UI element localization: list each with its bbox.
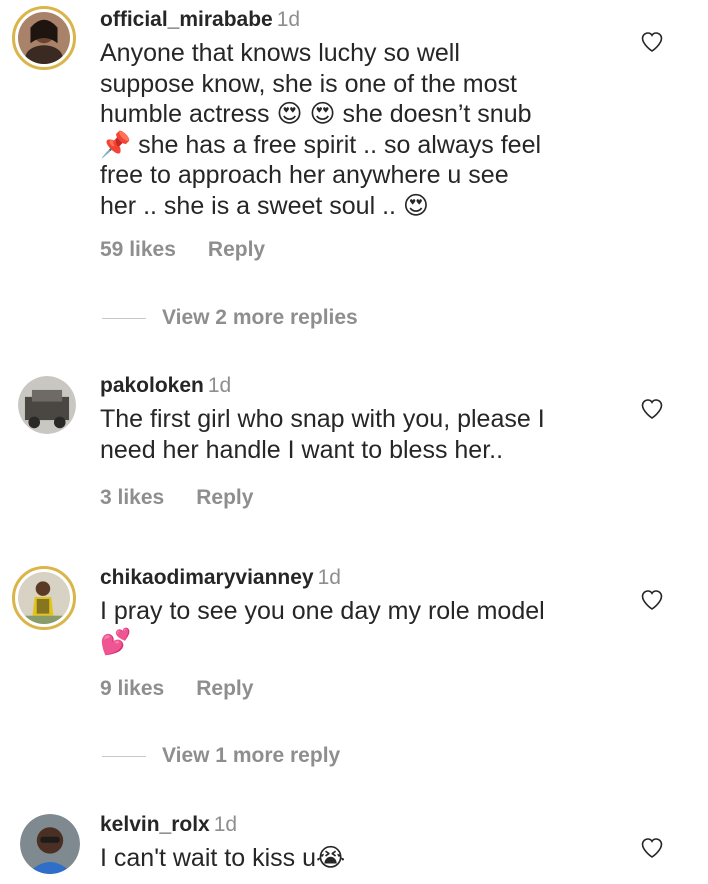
username[interactable]: kelvin_rolx [100, 813, 210, 836]
reply-button[interactable]: Reply [196, 486, 253, 509]
comment-line: her .. she is a sweet soul .. 😍 [100, 191, 429, 220]
username[interactable]: pakoloken [100, 374, 204, 397]
reply-button[interactable]: Reply [196, 677, 253, 700]
username[interactable]: official_mirababe [100, 8, 273, 31]
view-more-label: View 1 more reply [162, 744, 341, 767]
comment-text: Anyone that knows luchy so well suppose … [100, 38, 618, 221]
timestamp: 1d [317, 566, 341, 589]
comment-line: 📌 she has a free spirit .. so always fee… [100, 130, 542, 159]
avatar[interactable] [18, 376, 76, 434]
heart-outline-icon[interactable] [640, 588, 664, 612]
avatar[interactable] [12, 566, 76, 630]
avatar[interactable] [12, 6, 76, 70]
comment-line: need her handle I want to bless her.. [100, 435, 504, 464]
comment-line: humble actress 😍 😍 she doesn’t snub [100, 100, 532, 128]
comment-text: I can't wait to kiss u😭 [100, 843, 618, 874]
heart-outline-icon[interactable] [640, 30, 664, 54]
comment-line: I can't wait to kiss u😭 [100, 844, 346, 872]
view-more-replies[interactable]: View 2 more replies [102, 306, 358, 330]
comment-line: I pray to see you one day my role model [100, 597, 545, 625]
comment-line: The first girl who snap with you, please… [100, 405, 545, 433]
comment-actions: 59 likes Reply [100, 238, 265, 262]
heart-outline-icon[interactable] [640, 836, 664, 860]
reply-button[interactable]: Reply [208, 238, 265, 261]
comment-actions: 9 likes Reply [100, 677, 253, 701]
comment-line: 💕 [100, 627, 132, 656]
avatar[interactable] [20, 814, 80, 874]
avatar-image [18, 376, 76, 434]
avatar-image [20, 814, 80, 874]
likes-count[interactable]: 3 likes [100, 486, 164, 509]
comment-body: kelvin_rolx 1d I can't wait to kiss u😭 [100, 813, 618, 874]
avatar-image [18, 12, 70, 64]
divider [102, 755, 146, 757]
comment-text: The first girl who snap with you, please… [100, 404, 618, 465]
timestamp: 1d [207, 374, 232, 397]
username[interactable]: chikaodimaryvianney [100, 566, 314, 589]
comment-body: pakoloken 1d The first girl who snap with… [100, 374, 618, 465]
comment-line: Anyone that knows luchy so well [100, 39, 460, 67]
timestamp: 1d [276, 8, 301, 31]
view-more-replies[interactable]: View 1 more reply [102, 744, 340, 768]
comment-actions: 3 likes Reply [100, 486, 253, 510]
comment-line: suppose know, she is one of the most [100, 69, 517, 98]
divider [102, 317, 146, 319]
timestamp: 1d [213, 813, 238, 836]
comment-body: official_mirababe 1d Anyone that knows lu… [100, 8, 618, 221]
comment-text: I pray to see you one day my role model … [100, 596, 618, 657]
likes-count[interactable]: 9 likes [100, 677, 164, 700]
comment-line: free to approach her anywhere u see [100, 161, 509, 189]
comment-body: chikaodimaryvianney 1d I pray to see you … [100, 566, 618, 657]
view-more-label: View 2 more replies [162, 306, 358, 329]
avatar-image [18, 572, 70, 624]
heart-outline-icon[interactable] [640, 397, 664, 421]
likes-count[interactable]: 59 likes [100, 238, 176, 261]
comments-feed: official_mirababe 1d Anyone that knows lu… [0, 0, 708, 884]
